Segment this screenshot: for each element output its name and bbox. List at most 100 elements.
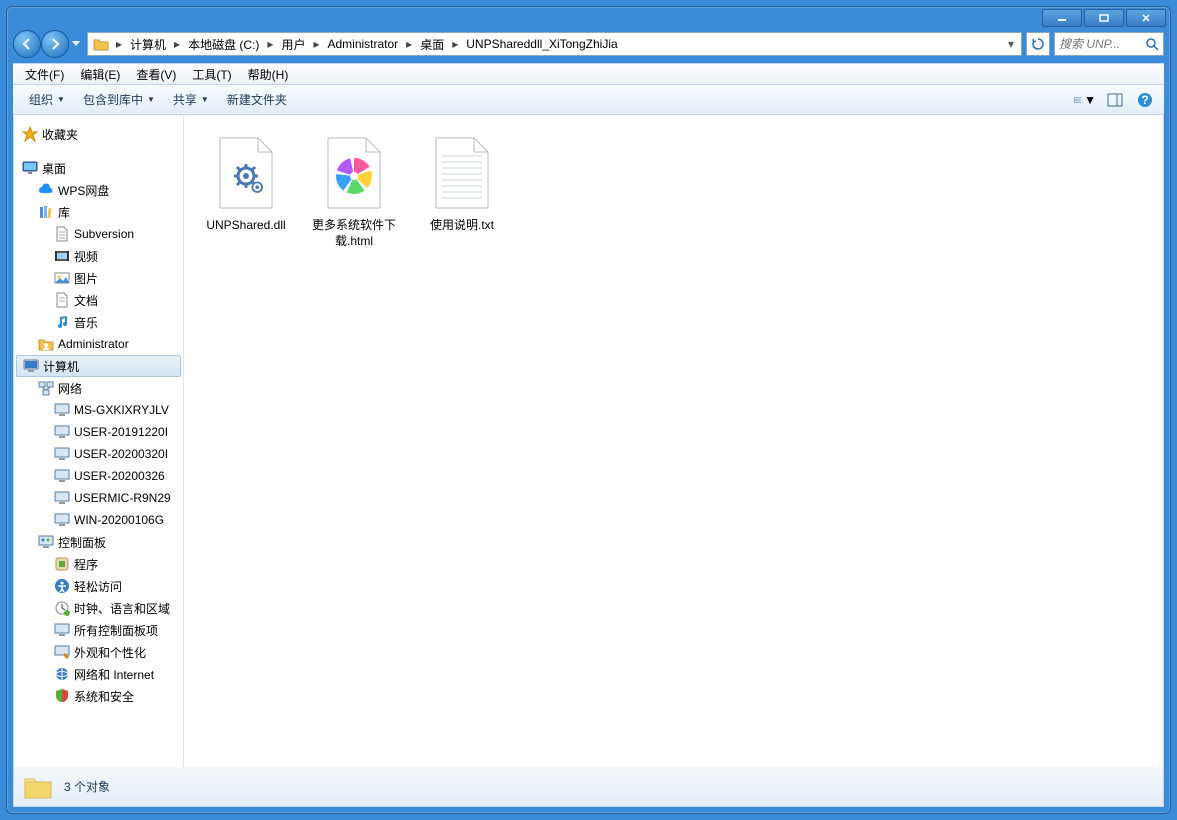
file-label: UNPShared.dll <box>206 218 285 234</box>
breadcrumb-segment[interactable]: UNPShareddll_XiTongZhiJia <box>462 33 621 55</box>
dll-file-icon <box>210 134 282 214</box>
tree-lib-subversion[interactable]: Subversion <box>14 223 183 245</box>
back-button[interactable] <box>13 30 41 58</box>
forward-button[interactable] <box>41 30 69 58</box>
file-item[interactable]: 使用说明.txt <box>412 127 512 241</box>
tree-label: 桌面 <box>42 160 66 177</box>
tree-label: 网络 <box>58 380 82 397</box>
tree-label: USER-20200326 <box>74 469 165 483</box>
tree-favorites[interactable]: 收藏夹 <box>14 123 183 145</box>
tree-network-pc[interactable]: USER-20200326 <box>14 465 183 487</box>
chevron-right-icon[interactable]: ▸ <box>263 37 277 51</box>
breadcrumb[interactable]: ▸ 计算机 ▸ 本地磁盘 (C:) ▸ 用户 ▸ Administrator ▸… <box>87 32 1022 56</box>
refresh-button[interactable] <box>1026 32 1050 56</box>
chevron-right-icon[interactable]: ▸ <box>448 37 462 51</box>
control-panel-icon <box>38 534 54 550</box>
programs-icon <box>54 556 70 572</box>
explorer-window: ▸ 计算机 ▸ 本地磁盘 (C:) ▸ 用户 ▸ Administrator ▸… <box>6 6 1171 814</box>
menu-tools[interactable]: 工具(T) <box>184 64 239 85</box>
tree-label: Subversion <box>74 227 134 241</box>
breadcrumb-segment[interactable]: 本地磁盘 (C:) <box>184 33 263 55</box>
body: 收藏夹 桌面 WPS网盘 库 Subversion 视频 <box>13 115 1164 767</box>
chevron-right-icon[interactable]: ▸ <box>170 37 184 51</box>
include-in-library-button[interactable]: 包含到库中▼ <box>75 88 163 111</box>
music-icon <box>54 314 70 330</box>
menu-file[interactable]: 文件(F) <box>17 64 72 85</box>
tree-cp-appearance[interactable]: 外观和个性化 <box>14 641 183 663</box>
help-button[interactable]: ? <box>1134 89 1156 111</box>
tree-cp-programs[interactable]: 程序 <box>14 553 183 575</box>
status-bar: 3 个对象 <box>13 767 1164 807</box>
chevron-right-icon[interactable]: ▸ <box>112 37 126 51</box>
tree-label: 收藏夹 <box>42 126 78 143</box>
tree-label: 时钟、语言和区域 <box>74 600 170 617</box>
navigation-pane[interactable]: 收藏夹 桌面 WPS网盘 库 Subversion 视频 <box>14 115 184 767</box>
search-input[interactable] <box>1059 37 1129 51</box>
tree-network-pc[interactable]: WIN-20200106G <box>14 509 183 531</box>
computer-icon <box>54 490 70 506</box>
titlebar <box>7 7 1170 29</box>
new-folder-button[interactable]: 新建文件夹 <box>219 88 295 111</box>
svg-text:?: ? <box>1141 93 1148 107</box>
tree-label: 文档 <box>74 292 98 309</box>
user-folder-icon <box>38 336 54 352</box>
tree-libraries[interactable]: 库 <box>14 201 183 223</box>
menu-edit[interactable]: 编辑(E) <box>72 64 128 85</box>
tree-network[interactable]: 网络 <box>14 377 183 399</box>
tree-cp-network[interactable]: 网络和 Internet <box>14 663 183 685</box>
tree-label: USER-20191220I <box>74 425 168 439</box>
tree-administrator[interactable]: Administrator <box>14 333 183 355</box>
tree-label: 程序 <box>74 556 98 573</box>
tree-cp-clock[interactable]: 时钟、语言和区域 <box>14 597 183 619</box>
file-list[interactable]: UNPShared.dll 更多系统软件下载.html 使用说明.txt <box>184 115 1163 767</box>
computer-icon <box>23 358 39 374</box>
tree-desktop[interactable]: 桌面 <box>14 157 183 179</box>
tree-lib-pictures[interactable]: 图片 <box>14 267 183 289</box>
video-icon <box>54 248 70 264</box>
close-button[interactable] <box>1126 9 1166 27</box>
file-item[interactable]: UNPShared.dll <box>196 127 296 241</box>
tree-wps[interactable]: WPS网盘 <box>14 179 183 201</box>
breadcrumb-segment[interactable]: 用户 <box>277 33 309 55</box>
minimize-button[interactable] <box>1042 9 1082 27</box>
breadcrumb-segment[interactable]: 计算机 <box>126 33 170 55</box>
pictures-icon <box>54 270 70 286</box>
tree-lib-documents[interactable]: 文档 <box>14 289 183 311</box>
libraries-icon <box>38 204 54 220</box>
tree-computer[interactable]: 计算机 <box>16 355 181 377</box>
maximize-button[interactable] <box>1084 9 1124 27</box>
view-mode-button[interactable]: ▼ <box>1074 89 1096 111</box>
tree-control-panel[interactable]: 控制面板 <box>14 531 183 553</box>
tree-cp-ease[interactable]: 轻松访问 <box>14 575 183 597</box>
breadcrumb-segment[interactable]: Administrator <box>323 33 402 55</box>
tree-label: USERMIC-R9N29 <box>74 491 171 505</box>
computer-icon <box>54 468 70 484</box>
menu-view[interactable]: 查看(V) <box>128 64 184 85</box>
menu-help[interactable]: 帮助(H) <box>240 64 297 85</box>
tree-label: Administrator <box>58 337 129 351</box>
file-item[interactable]: 更多系统软件下载.html <box>304 127 404 256</box>
search-box[interactable] <box>1054 32 1164 56</box>
monitor-icon <box>22 160 38 176</box>
preview-pane-button[interactable] <box>1104 89 1126 111</box>
organize-button[interactable]: 组织▼ <box>21 88 73 111</box>
chevron-right-icon[interactable]: ▸ <box>309 37 323 51</box>
tree-cp-all[interactable]: 所有控制面板项 <box>14 619 183 641</box>
status-text: 3 个对象 <box>64 778 110 795</box>
network-icon <box>38 380 54 396</box>
nav-history-dropdown[interactable] <box>69 30 83 58</box>
tree-network-pc[interactable]: USERMIC-R9N29 <box>14 487 183 509</box>
tree-label: 系统和安全 <box>74 688 134 705</box>
control-panel-icon <box>54 622 70 638</box>
share-button[interactable]: 共享▼ <box>165 88 217 111</box>
chevron-right-icon[interactable]: ▸ <box>402 37 416 51</box>
tree-cp-security[interactable]: 系统和安全 <box>14 685 183 707</box>
breadcrumb-segment[interactable]: 桌面 <box>416 33 448 55</box>
tree-lib-music[interactable]: 音乐 <box>14 311 183 333</box>
tree-network-pc[interactable]: USER-20200320I <box>14 443 183 465</box>
tree-network-pc[interactable]: USER-20191220I <box>14 421 183 443</box>
tree-network-pc[interactable]: MS-GXKIXRYJLV <box>14 399 183 421</box>
breadcrumb-dropdown[interactable]: ▾ <box>1003 37 1019 51</box>
tree-label: 计算机 <box>43 358 79 375</box>
tree-lib-video[interactable]: 视频 <box>14 245 183 267</box>
